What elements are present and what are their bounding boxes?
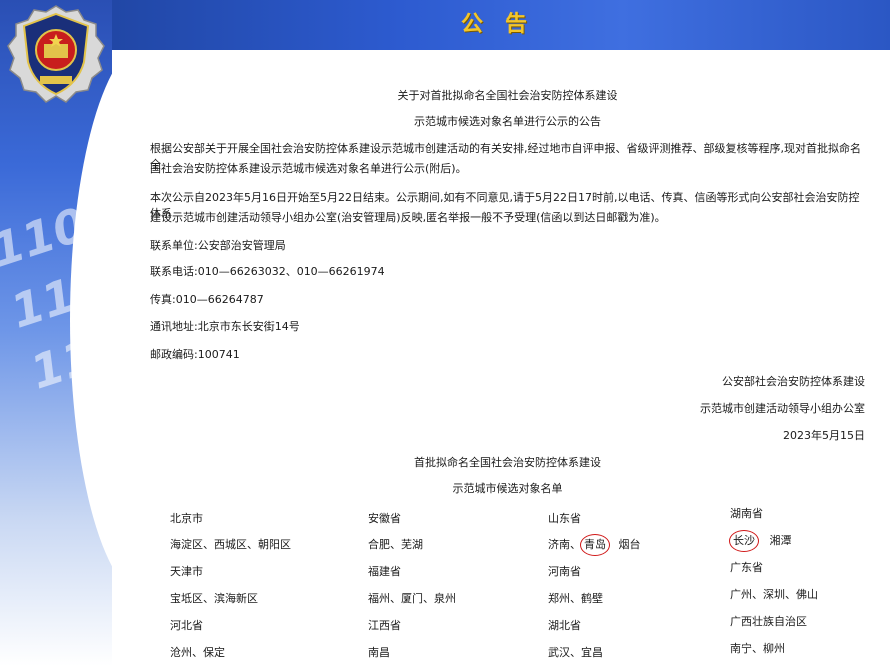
list-title-line-2: 示范城市候选对象名单 (452, 482, 563, 495)
list-item: 广西壮族自治区 (730, 615, 807, 628)
list-item-part: 济南、 (548, 538, 581, 551)
list-item: 海淀区、西城区、朝阳区 (170, 538, 291, 551)
list-item: 武汉、宜昌 (548, 646, 603, 659)
list-item: 安徽省 (368, 512, 401, 525)
list-item: 山东省 (548, 512, 581, 525)
list-item: 沧州、保定 (170, 646, 225, 659)
list-item: 河北省 (170, 619, 203, 632)
band-digits: 1100 1100 110 (0, 187, 112, 405)
mailing-address: 通讯地址:北京市东长安街14号 (150, 320, 300, 333)
page-title: 公告 (460, 12, 549, 37)
signature-line-1: 公安部社会治安防控体系建设 (722, 375, 865, 388)
contact-phone: 联系电话:010—66263032、010—66261974 (150, 265, 385, 278)
list-item: 郑州、鹤壁 (548, 592, 603, 605)
list-item-part: 烟台 (618, 538, 641, 551)
list-item: 南宁、柳州 (730, 642, 785, 655)
list-title-line-1: 首批拟命名全国社会治安防控体系建设 (414, 456, 601, 469)
list-item: 宝坻区、滨海新区 (170, 592, 258, 605)
list-item: 湖南省 (730, 507, 763, 520)
paragraph-2-line-2: 建设示范城市创建活动领导小组办公室(治安管理局)反映,匿名举报一般不予受理(信函… (150, 211, 666, 224)
notice-date: 2023年5月15日 (783, 429, 865, 442)
list-item: 福建省 (368, 565, 401, 578)
notice-title-line-2: 示范城市候选对象名单进行公示的公告 (414, 115, 601, 128)
list-item: 济南、 青岛 烟台 (548, 534, 641, 556)
list-item: 天津市 (170, 565, 203, 578)
list-item: 南昌 (368, 646, 390, 659)
list-item: 广州、深圳、佛山 (730, 588, 818, 601)
police-emblem-icon (7, 5, 105, 103)
list-item-part: 湘潭 (769, 534, 792, 547)
list-item: 北京市 (170, 512, 203, 525)
header-bar (0, 0, 890, 50)
circled-city-qingdao: 青岛 (580, 534, 610, 556)
list-item: 合肥、芜湖 (368, 538, 423, 551)
list-item: 河南省 (548, 565, 581, 578)
list-item: 福州、厦门、泉州 (368, 592, 456, 605)
fax-number: 传真:010—66264787 (150, 293, 264, 306)
list-item: 湖北省 (548, 619, 581, 632)
circled-city-changsha: 长沙 (729, 530, 759, 552)
list-item: 广东省 (730, 561, 763, 574)
notice-title-line-1: 关于对首批拟命名全国社会治安防控体系建设 (397, 89, 618, 102)
signature-line-2: 示范城市创建活动领导小组办公室 (700, 402, 865, 415)
postal-code: 邮政编码:100741 (150, 348, 240, 361)
contact-unit: 联系单位:公安部治安管理局 (150, 239, 286, 252)
paragraph-1-line-2: 国社会治安防控体系建设示范城市候选对象名单进行公示(附后)。 (150, 162, 467, 175)
list-item: 长沙 湘潭 (729, 530, 792, 552)
list-item: 江西省 (368, 619, 401, 632)
